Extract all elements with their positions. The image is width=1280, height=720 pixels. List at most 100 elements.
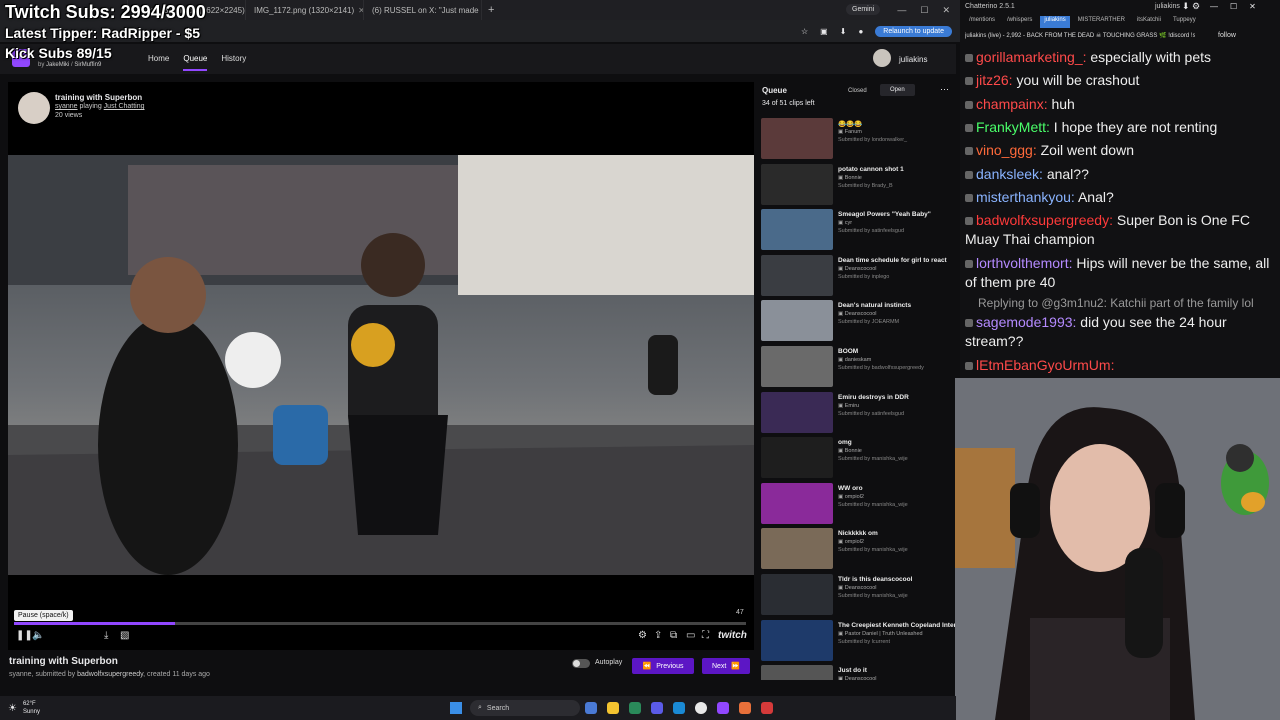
clip-thumbnail[interactable]	[761, 209, 833, 251]
browser-tab[interactable]: IMG_1172.png (1320×2141)✕	[246, 0, 364, 20]
channel-link[interactable]: syanne	[55, 103, 78, 110]
queue-closed-tab[interactable]: Closed	[848, 88, 867, 94]
chat-username[interactable]: jitz26:	[976, 72, 1013, 88]
previous-button[interactable]: ⏪ Previous	[632, 658, 694, 674]
chat-username[interactable]: lorthvolthemort:	[976, 255, 1072, 271]
chat-tab[interactable]: /mentions	[965, 16, 999, 28]
category-link[interactable]: Just Chatting	[104, 103, 145, 110]
chat-username[interactable]: FrankyMett:	[976, 119, 1050, 135]
gemini-button[interactable]: Gemini	[846, 4, 881, 15]
nav-history[interactable]: History	[221, 54, 246, 71]
clip-thumbnail[interactable]	[761, 254, 833, 296]
queue-item[interactable]: Just do it ▣ Deanscocool	[761, 665, 953, 680]
discord-icon[interactable]	[650, 702, 663, 714]
obs-icon[interactable]	[760, 702, 773, 714]
clip-thumbnail[interactable]	[761, 619, 833, 661]
theater-icon[interactable]: ▭	[686, 630, 695, 641]
nav-queue[interactable]: Queue	[183, 54, 208, 71]
queue-item[interactable]: Smeagol Powers "Yeah Baby" ▣ cyr Submitted…	[761, 209, 953, 251]
star-icon[interactable]: ☆	[801, 27, 808, 36]
start-icon[interactable]	[449, 702, 462, 714]
channel-avatar[interactable]	[18, 92, 50, 124]
chat-username[interactable]: danksleek:	[976, 166, 1043, 182]
queue-item[interactable]: omg ▣ Bonnie Submitted by manishka_wije	[761, 437, 953, 479]
queue-item[interactable]: Nickkkkk om ▣ ompiol2 Submitted by manishk…	[761, 528, 953, 570]
username[interactable]: juliakins	[899, 55, 927, 64]
clip-thumbnail[interactable]	[761, 346, 833, 387]
queue-item[interactable]: WW oro ▣ ompiol2 Submitted by manishka_wij…	[761, 482, 953, 525]
extensions-icon[interactable]: ▣	[820, 27, 828, 36]
queue-item[interactable]: Emiru destroys in DDR ▣ Emiru Submitted by…	[761, 391, 953, 434]
chat-username[interactable]: sagemode1993:	[976, 314, 1076, 330]
settings-icon[interactable]: ⚙	[638, 630, 647, 641]
chat-tab[interactable]: itsKatchii	[1133, 16, 1165, 28]
clip-thumbnail[interactable]	[761, 163, 833, 205]
chat-username[interactable]: lEtmEbanGyoUrmUm:	[976, 357, 1114, 373]
video-frame[interactable]	[8, 155, 754, 575]
clip-thumbnail[interactable]	[761, 437, 833, 479]
share-icon[interactable]: ▧	[120, 630, 129, 641]
clip-thumbnail[interactable]	[761, 665, 833, 680]
maximize-icon[interactable]: ☐	[920, 5, 928, 16]
chat-tab[interactable]: Tuppeyy	[1169, 16, 1200, 28]
update-icon[interactable]: ⬇	[1182, 1, 1190, 12]
queue-item[interactable]: potato cannon shot 1 ▣ Bonnie Submitted by…	[761, 163, 953, 206]
twitch-logo[interactable]: twitch	[718, 630, 747, 641]
minimize-icon[interactable]: —	[1210, 2, 1218, 11]
clip-icon[interactable]: ⧉	[670, 630, 677, 641]
queue-item[interactable]: Dean's natural instincts ▣ Deanscocool Sub…	[761, 300, 953, 342]
clip-thumbnail[interactable]	[761, 118, 833, 159]
edge-icon[interactable]	[672, 702, 685, 714]
relaunch-button[interactable]: Relaunch to update	[875, 25, 952, 37]
app-icon[interactable]	[628, 702, 641, 714]
queue-item[interactable]: The Creepiest Kenneth Copeland Interview…	[761, 619, 956, 662]
chat-tab[interactable]: MISTERARTHER	[1074, 16, 1129, 28]
clip-thumbnail[interactable]	[761, 391, 833, 433]
clip-thumbnail[interactable]	[761, 482, 833, 524]
chat-username[interactable]: vino_ggg:	[976, 142, 1037, 158]
clip-thumbnail[interactable]	[761, 300, 833, 342]
chat-tab[interactable]: /whispers	[1003, 16, 1036, 28]
minimize-icon[interactable]: —	[897, 5, 906, 16]
chat-username[interactable]: gorillamarketing_:	[976, 49, 1087, 65]
queue-item[interactable]: BOOM ▣ danieskam Submitted by badwolfxsupe…	[761, 346, 953, 388]
volume-icon[interactable]: 🔈	[32, 630, 44, 641]
avatar[interactable]	[873, 49, 891, 67]
queue-item[interactable]: Dean time schedule for girl to react ▣ De…	[761, 254, 953, 297]
nav-home[interactable]: Home	[148, 54, 169, 71]
queue-item[interactable]: 😂😂😂 ▣ Fanum Submitted by londonwalker_	[761, 118, 953, 160]
taskview-icon[interactable]	[584, 702, 597, 714]
explorer-icon[interactable]	[606, 702, 619, 714]
maximize-icon[interactable]: ☐	[1230, 2, 1237, 11]
follow-button[interactable]: follow	[1218, 32, 1236, 39]
queue-item[interactable]: Tldr is this deanscocool ▣ Deanscocool Sub…	[761, 574, 953, 616]
chat-username[interactable]: badwolfxsupergreedy:	[976, 212, 1113, 228]
chat-tab[interactable]: juliakins	[1040, 16, 1070, 28]
taskbar-search[interactable]: ⌕ Search	[469, 700, 580, 716]
queue-open-tab[interactable]: Open	[880, 84, 915, 96]
fullscreen-icon[interactable]: ⛶	[702, 630, 709, 641]
browser-tab[interactable]: (6) RUSSEL on X: "Just made m✕	[364, 0, 482, 20]
pause-icon[interactable]: ❚❚	[16, 630, 33, 641]
weather-widget[interactable]: 62°F Sunny	[23, 700, 40, 716]
chat-username[interactable]: champainx:	[976, 96, 1048, 112]
download-icon[interactable]: ⤓	[104, 630, 108, 641]
next-button[interactable]: Next ⏩	[702, 658, 750, 674]
chat-user[interactable]: juliakins	[1155, 3, 1180, 10]
autoplay-toggle[interactable]	[572, 659, 590, 668]
new-tab-icon[interactable]: +	[488, 4, 494, 16]
close-window-icon[interactable]: ✕	[942, 5, 950, 16]
close-window-icon[interactable]: ✕	[1249, 2, 1256, 11]
twitch-icon[interactable]	[716, 702, 729, 714]
clip-thumbnail[interactable]	[761, 574, 833, 615]
clip-thumbnail[interactable]	[761, 528, 833, 570]
chrome-icon[interactable]	[694, 702, 707, 714]
downloads-icon[interactable]: ⬇	[840, 27, 847, 36]
firefox-icon[interactable]	[738, 702, 751, 714]
gear-icon[interactable]: ⚙	[1192, 1, 1200, 12]
progress-track[interactable]	[14, 622, 746, 625]
share-out-icon[interactable]: ⇪	[654, 630, 662, 641]
chat-username[interactable]: misterthankyou:	[976, 189, 1075, 205]
more-icon[interactable]: ⋯	[940, 84, 949, 95]
profile-icon[interactable]: ●	[858, 27, 863, 36]
